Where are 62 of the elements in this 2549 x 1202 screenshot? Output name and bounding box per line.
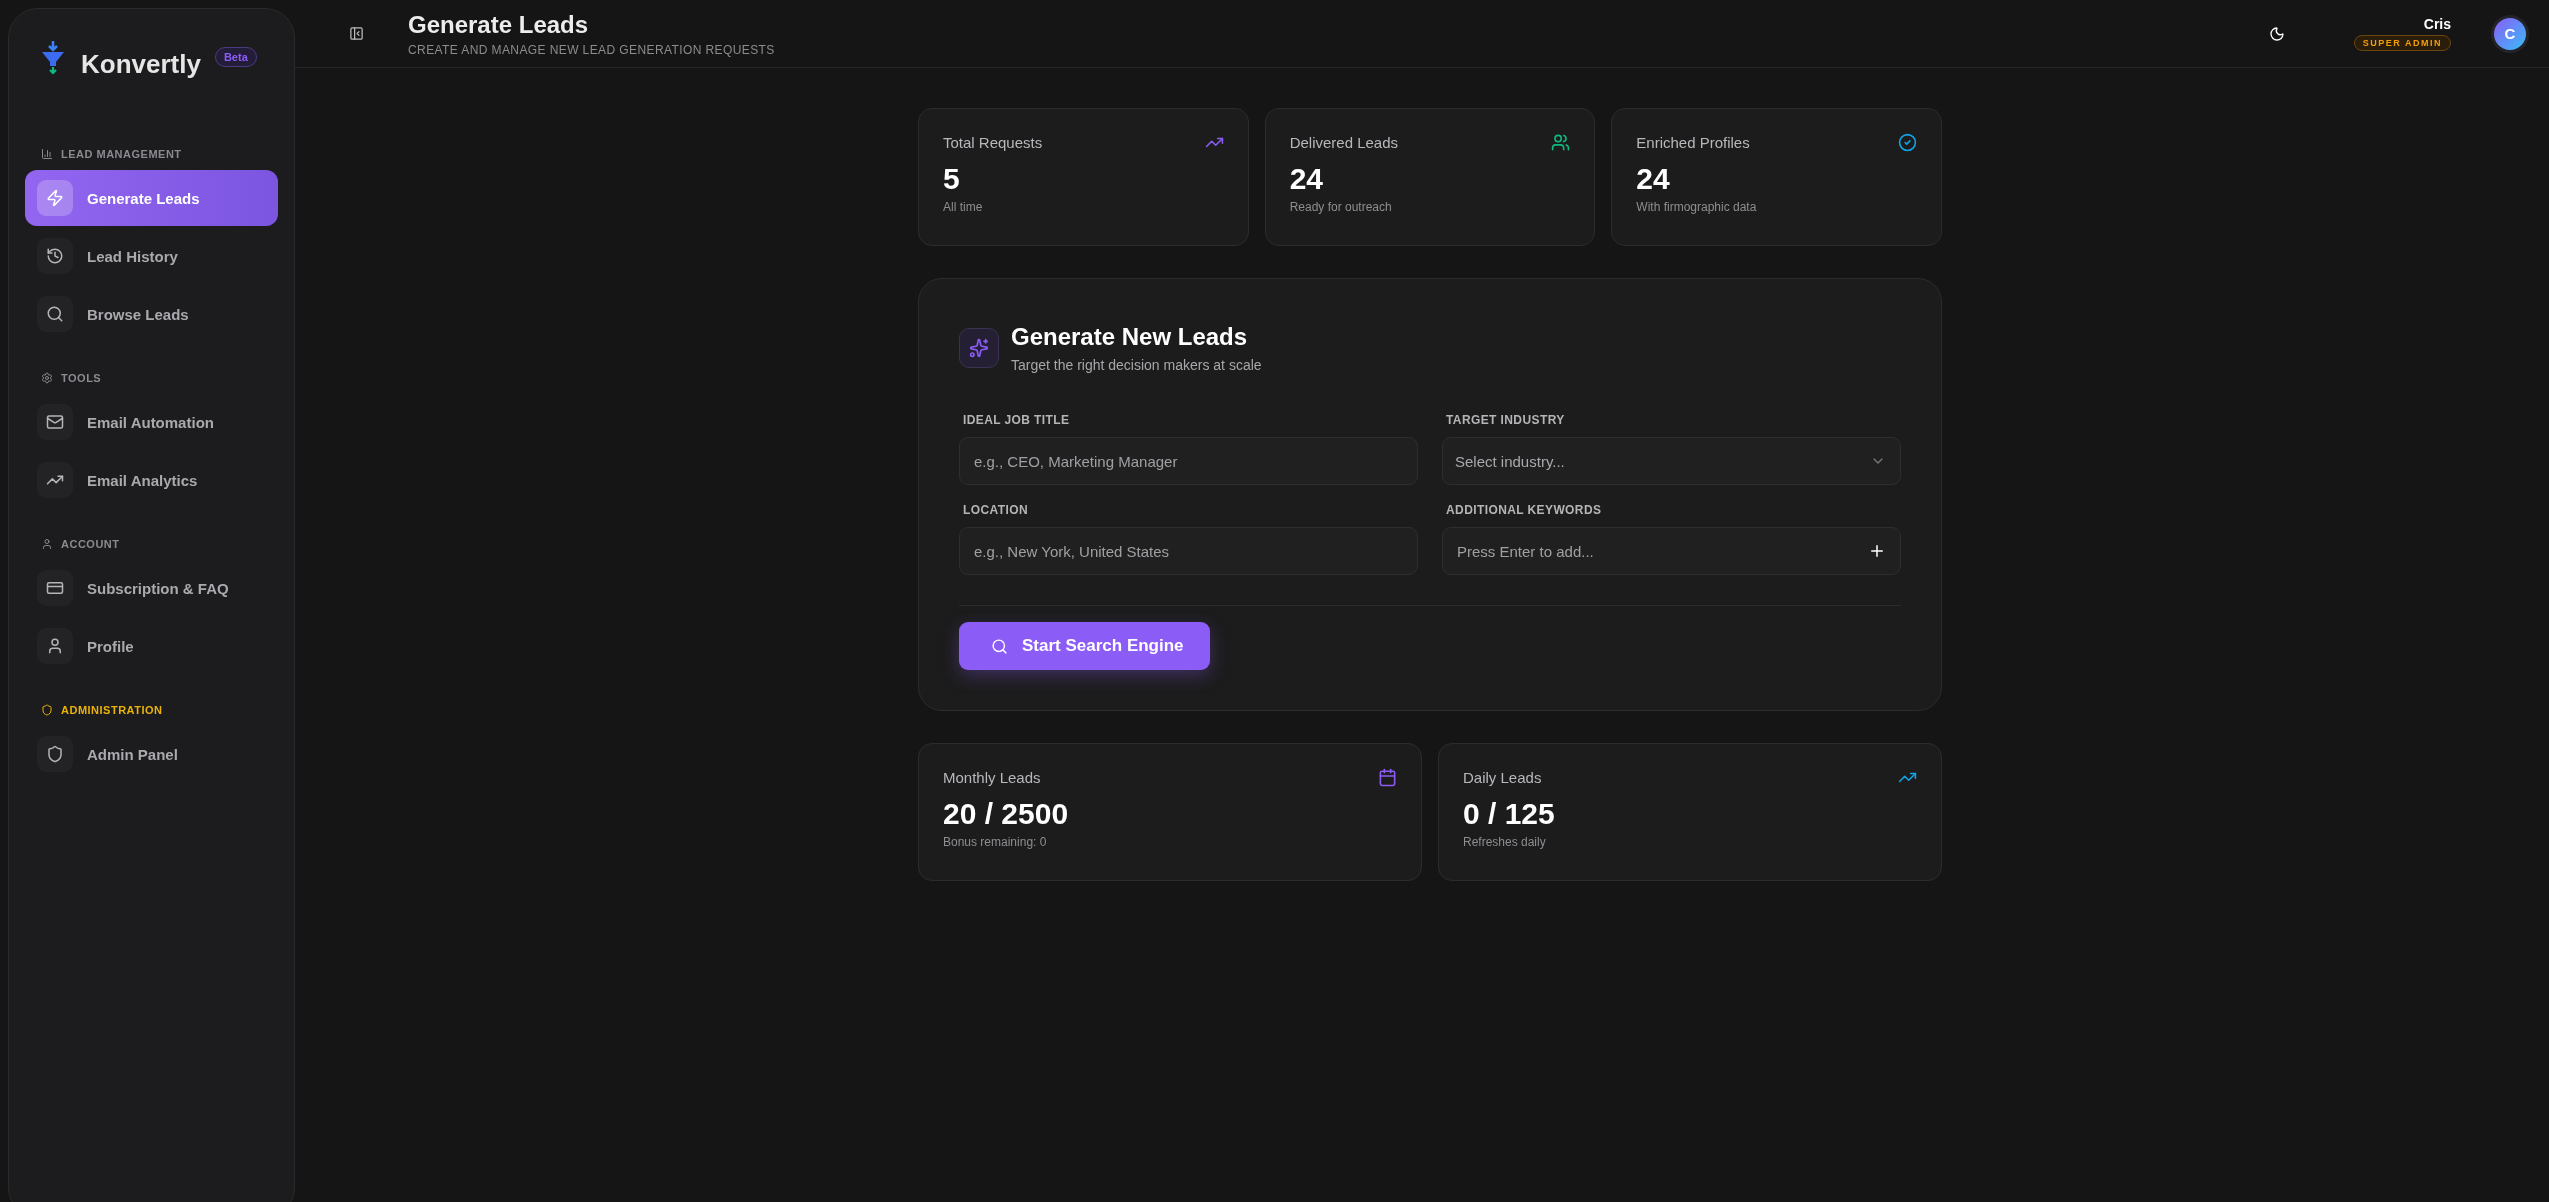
start-search-button[interactable]: Start Search Engine (959, 622, 1210, 670)
stat-label: Delivered Leads (1289, 134, 1399, 151)
stat-note: Refreshes daily (1463, 835, 1547, 849)
industry-select[interactable]: Select industry... (1442, 437, 1901, 485)
section-label: ADMINISTRATION (61, 704, 163, 716)
nav-icon (46, 189, 64, 207)
beta-badge: Beta (214, 47, 257, 67)
sparkles-icon (959, 328, 999, 368)
stat-label: Daily Leads (1463, 769, 1542, 786)
nav-icon (46, 305, 64, 323)
section-icon (41, 704, 53, 716)
nav-icon (46, 579, 64, 597)
moon-icon (2268, 25, 2285, 42)
nav-icon (46, 247, 64, 265)
role-badge: SUPER ADMIN (2353, 35, 2451, 51)
stat-label: Enriched Profiles (1636, 134, 1750, 151)
section-icon (41, 148, 53, 160)
form-subtitle: Target the right decision makers at scale (1011, 357, 1262, 373)
text-input-field[interactable]: e.g., New York, United States (959, 527, 1418, 575)
stat-note: All time (943, 200, 984, 214)
form-title: Generate New Leads (1011, 323, 1249, 351)
sidebar-item[interactable]: Email Analytics (25, 452, 278, 508)
sidebar-item[interactable]: Profile (25, 618, 278, 674)
keywords-field[interactable]: Press Enter to add... (1442, 527, 1901, 575)
stat-note: With firmographic data (1636, 200, 1758, 214)
stat-label: Total Requests (943, 134, 1043, 151)
plus-icon[interactable] (1868, 542, 1886, 560)
field-label: ADDITIONAL KEYWORDS (1445, 503, 1603, 517)
section-label: TOOLS (61, 372, 102, 384)
stat-note: Bonus remaining: 0 (943, 835, 1048, 849)
nav-icon (46, 637, 64, 655)
sidebar-item[interactable]: Lead History (25, 228, 278, 284)
brand-name: Konvertly (81, 49, 201, 80)
stat-value: 24 (1289, 162, 1325, 196)
sidebar-item[interactable]: Browse Leads (25, 286, 278, 342)
text-input-field[interactable]: e.g., CEO, Marketing Manager (959, 437, 1418, 485)
section-label: LEAD MANAGEMENT (61, 148, 182, 160)
user-name: Cris (2423, 16, 2451, 32)
search-icon (991, 637, 1008, 655)
nav-icon (46, 745, 64, 763)
field-label: TARGET INDUSTRY (1445, 413, 1566, 427)
stat-value: 24 (1636, 162, 1671, 196)
section-label: ACCOUNT (61, 538, 120, 550)
nav-icon (46, 413, 64, 431)
stat-note: Ready for outreach (1289, 200, 1393, 214)
field-label: IDEAL JOB TITLE (962, 413, 1071, 427)
section-icon (41, 372, 53, 384)
funnel-logo-icon (39, 39, 67, 75)
stat-label: Monthly Leads (943, 769, 1041, 786)
page-title: Generate Leads (408, 10, 590, 39)
stat-value: 20 / 2500 (943, 797, 1070, 831)
sidebar-item[interactable]: Subscription & FAQ (25, 560, 278, 616)
page-subtitle: CREATE AND MANAGE NEW LEAD GENERATION REQUESTS (408, 42, 776, 57)
sidebar-item[interactable]: Admin Panel (25, 726, 278, 782)
sidebar-item[interactable]: Email Automation (25, 394, 278, 450)
stat-value: 5 (943, 162, 961, 196)
field-label: LOCATION (962, 503, 1029, 517)
sidebar-toggle-icon (349, 26, 364, 41)
sidebar-item[interactable]: Generate Leads (25, 170, 278, 226)
section-icon (41, 538, 53, 550)
keywords-input[interactable]: Press Enter to add... (1455, 541, 1868, 561)
stat-value: 0 / 125 (1463, 797, 1556, 831)
